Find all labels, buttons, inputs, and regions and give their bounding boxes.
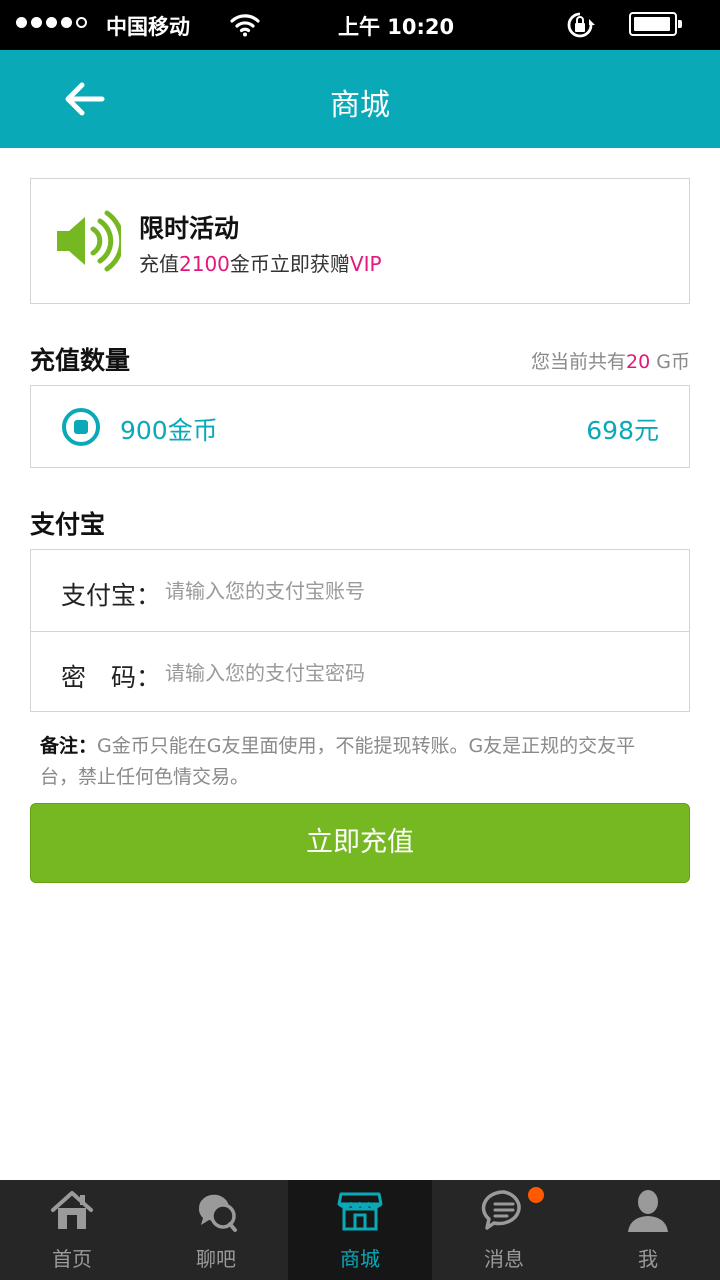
balance-amount: 20 xyxy=(626,351,651,373)
speaker-icon xyxy=(53,205,125,281)
store-icon xyxy=(337,1192,383,1231)
note-label: 备注： xyxy=(40,735,98,757)
message-icon xyxy=(481,1190,521,1230)
signal-strength-icon xyxy=(16,17,87,28)
promo-desc-prefix: 充值 xyxy=(139,252,179,276)
alipay-form: 支付宝： 密 码： xyxy=(30,549,690,712)
page-title: 商城 xyxy=(330,88,390,123)
signal-dot-empty xyxy=(76,17,87,28)
person-icon xyxy=(628,1190,668,1232)
promo-vip: VIP xyxy=(349,252,382,276)
promo-card: 限时活动 充值2100金币立即获赠VIP xyxy=(30,178,690,304)
recharge-option[interactable]: 900金币 698元 xyxy=(30,385,690,468)
signal-dot xyxy=(46,17,57,28)
account-row: 支付宝： xyxy=(31,550,689,631)
home-icon xyxy=(51,1191,93,1229)
battery-fill xyxy=(634,17,670,31)
balance-prefix: 您当前共有 xyxy=(531,351,627,373)
tab-label: 聊吧 xyxy=(196,1247,236,1271)
recharge-now-button[interactable]: 立即充值 xyxy=(30,803,690,883)
alipay-password-input[interactable] xyxy=(163,652,667,694)
alipay-section-title: 支付宝 xyxy=(30,510,106,539)
wifi-icon xyxy=(230,13,260,41)
option-price: 698元 xyxy=(586,416,659,445)
battery-icon xyxy=(629,12,682,36)
note-body: G金币只能在G友里面使用，不能提现转账。G友是正规的交友平台，禁止任何色情交易。 xyxy=(40,735,636,788)
tab-bar: 首页 聊吧 商城 消息 我 xyxy=(0,1180,720,1280)
password-row: 密 码： xyxy=(31,631,689,713)
balance-suffix: G币 xyxy=(650,351,690,373)
tab-label: 我 xyxy=(638,1247,658,1271)
promo-amount: 2100 xyxy=(179,252,230,276)
signal-dot xyxy=(31,17,42,28)
recharge-section-title: 充值数量 xyxy=(30,346,131,375)
option-label: 900金币 xyxy=(120,416,218,445)
tab-home[interactable]: 首页 xyxy=(0,1180,144,1280)
tab-label: 商城 xyxy=(340,1247,380,1271)
tab-label: 消息 xyxy=(484,1247,524,1271)
account-label: 支付宝： xyxy=(61,581,162,610)
tab-me[interactable]: 我 xyxy=(576,1180,720,1280)
promo-title: 限时活动 xyxy=(139,214,240,243)
tab-chat[interactable]: 聊吧 xyxy=(144,1180,288,1280)
signal-dot xyxy=(16,17,27,28)
status-bar: 中国移动 上午 10:20 xyxy=(0,0,720,50)
tab-store[interactable]: 商城 xyxy=(288,1180,432,1280)
coin-balance: 您当前共有20 G币 xyxy=(531,347,690,374)
battery-tip xyxy=(678,20,682,28)
rotation-lock-icon xyxy=(566,11,600,43)
signal-dot xyxy=(61,17,72,28)
notification-badge xyxy=(528,1187,544,1203)
carrier-name: 中国移动 xyxy=(106,15,190,39)
nav-bar: 商城 xyxy=(0,50,720,148)
radio-selected-icon[interactable] xyxy=(62,408,100,446)
note-text: 备注：G金币只能在G友里面使用，不能提现转账。G友是正规的交友平台，禁止任何色情… xyxy=(40,731,670,793)
promo-description: 充值2100金币立即获赠VIP xyxy=(139,248,382,277)
password-label: 密 码： xyxy=(61,663,162,692)
alipay-account-input[interactable] xyxy=(163,570,667,612)
tab-label: 首页 xyxy=(52,1247,92,1271)
status-time: 上午 10:20 xyxy=(338,15,455,39)
tab-messages[interactable]: 消息 xyxy=(432,1180,576,1280)
chat-bubbles-icon xyxy=(198,1194,237,1232)
promo-desc-middle: 金币立即获赠 xyxy=(229,252,350,276)
radio-dot xyxy=(74,420,88,434)
